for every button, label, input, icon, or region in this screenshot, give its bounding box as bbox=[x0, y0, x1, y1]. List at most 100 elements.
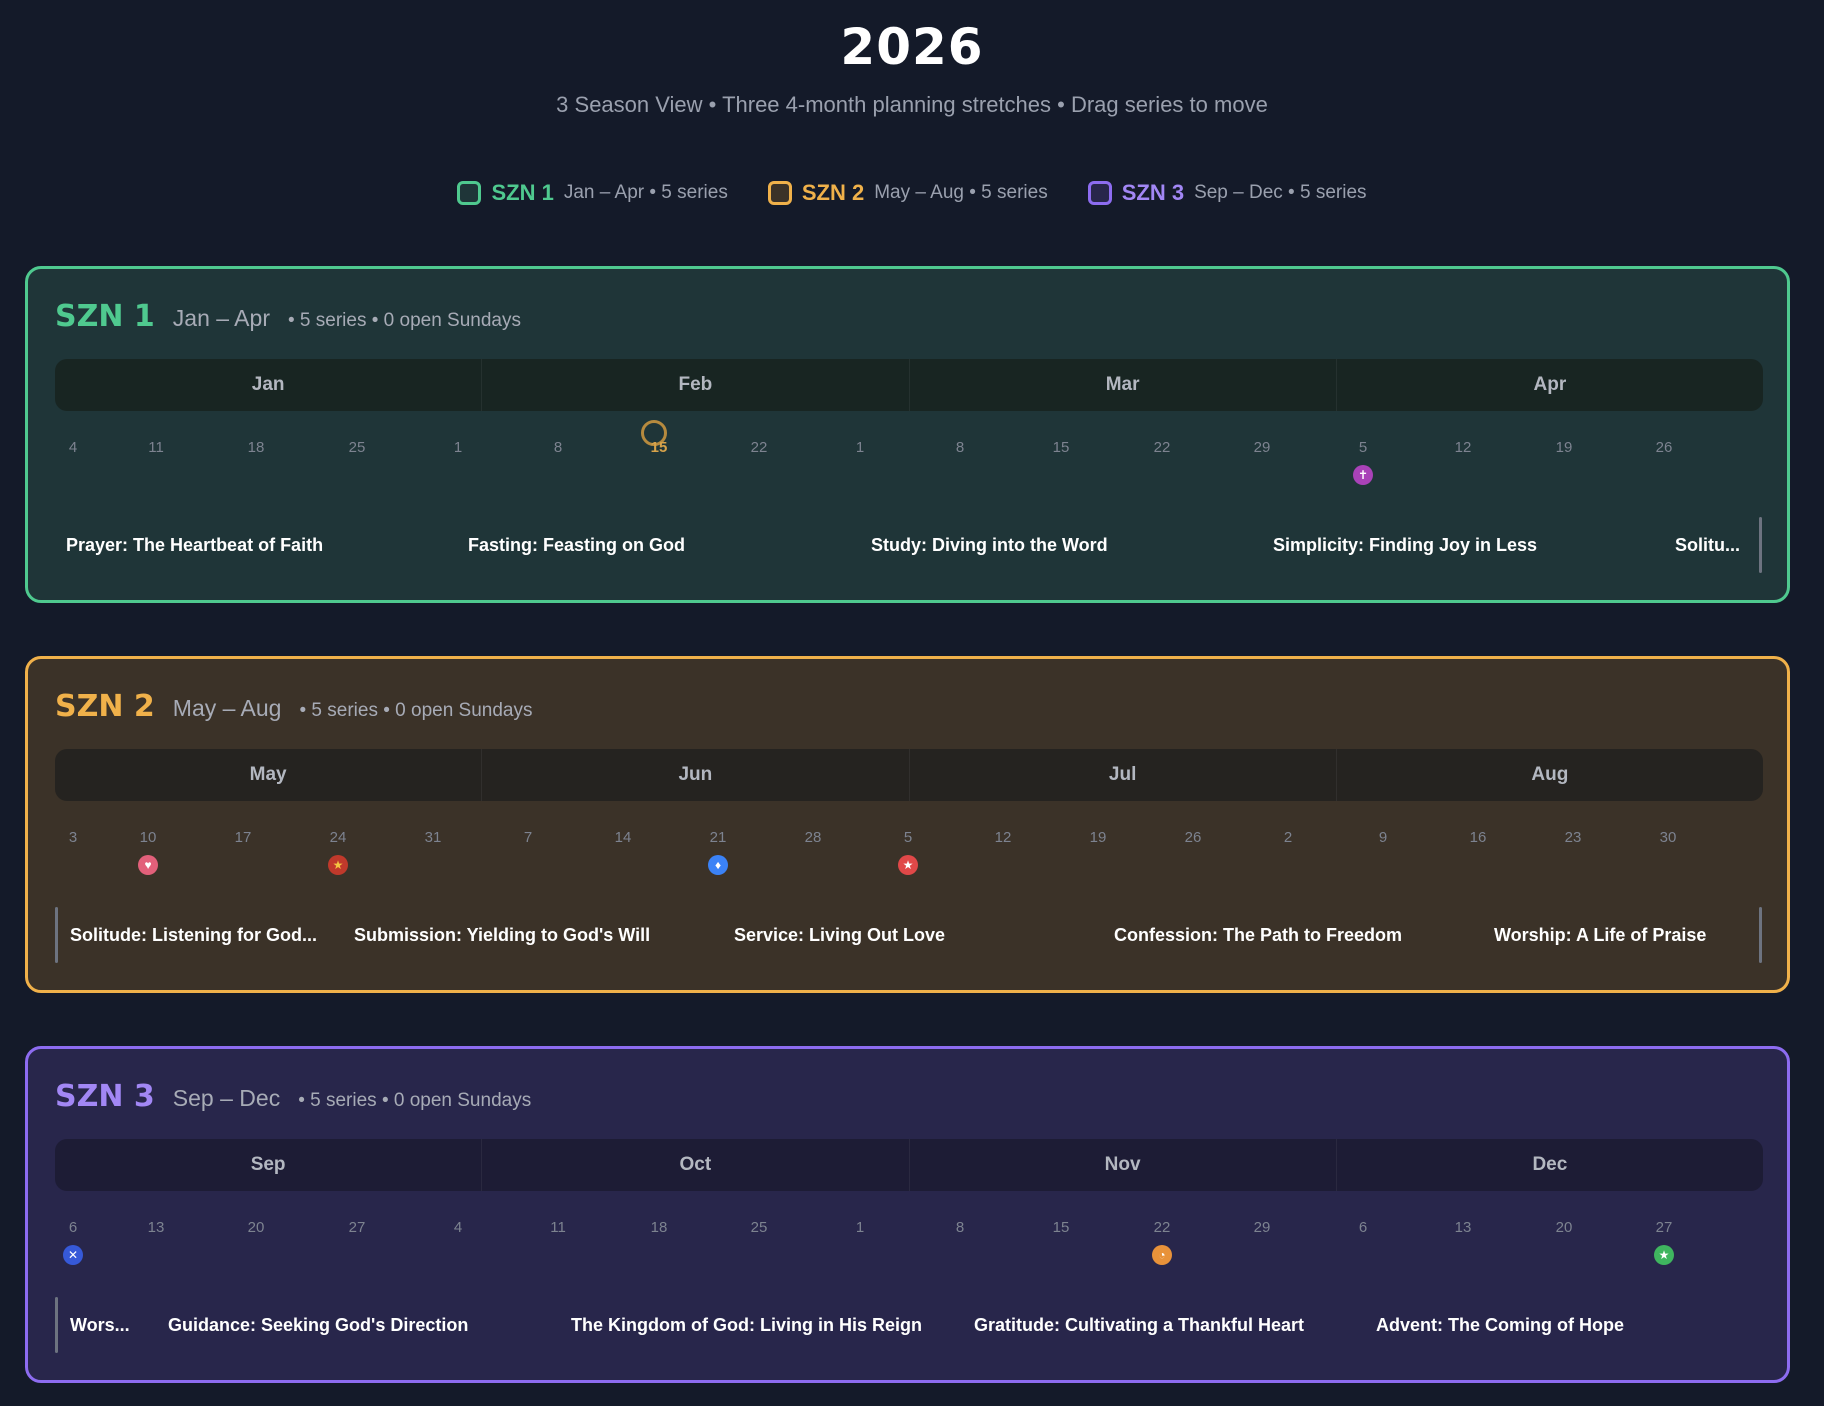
date-label: 11 bbox=[550, 1219, 566, 1236]
date-label-today: 15 bbox=[650, 439, 668, 456]
month-label: Mar bbox=[908, 359, 1336, 411]
legend-name: SZN 3 bbox=[1121, 180, 1185, 205]
date-label: 19 bbox=[1555, 439, 1573, 456]
date-label: 13 bbox=[147, 1219, 165, 1236]
series-block[interactable]: Worship: A Life of Praise bbox=[1494, 907, 1754, 963]
month-label: May bbox=[249, 764, 287, 785]
date-label: 20 bbox=[1555, 1219, 1573, 1236]
month-label: Jan bbox=[251, 374, 285, 395]
date-label: 29 bbox=[1253, 1219, 1271, 1236]
legend-item-szn1[interactable]: SZN 1 Jan – Apr • 5 series bbox=[457, 180, 728, 206]
season-card-szn1: SZN 1 Jan – Apr • 5 series • 0 open Sund… bbox=[25, 266, 1790, 603]
season-meta: • 5 series • 0 open Sundays bbox=[299, 700, 533, 721]
season-name: SZN 2 bbox=[55, 689, 155, 724]
date-label: 8 bbox=[955, 439, 965, 456]
date-label: 6 bbox=[68, 1219, 78, 1236]
month-label: Sep bbox=[250, 1154, 286, 1175]
legend-swatch-szn2 bbox=[767, 181, 792, 205]
date-label: 12 bbox=[994, 829, 1012, 846]
date-label: 24 bbox=[329, 829, 347, 846]
series-block[interactable]: Study: Diving into the Word bbox=[871, 517, 1251, 573]
series-row: Solitude: Listening for God... Submissio… bbox=[28, 907, 1787, 963]
date-label: 25 bbox=[348, 439, 366, 456]
drag-handle[interactable] bbox=[1759, 517, 1762, 573]
season-name: SZN 3 bbox=[55, 1079, 155, 1114]
date-label: 26 bbox=[1184, 829, 1202, 846]
pie-event-icon[interactable]: ◔ bbox=[1152, 1245, 1172, 1265]
heart-event-icon[interactable]: ♥ bbox=[138, 855, 158, 875]
date-label: 30 bbox=[1659, 829, 1677, 846]
date-label: 15 bbox=[1052, 1219, 1070, 1236]
page-title: 2026 bbox=[840, 18, 984, 76]
date-label: 1 bbox=[453, 439, 463, 456]
month-label: Apr bbox=[1335, 359, 1763, 411]
series-block[interactable]: Advent: The Coming of Hope bbox=[1376, 1297, 1756, 1353]
series-row: Prayer: The Heartbeat of Faith Fasting: … bbox=[28, 517, 1787, 573]
date-label: 22 bbox=[1153, 1219, 1171, 1236]
legend-name: SZN 2 bbox=[801, 180, 865, 205]
month-bar: Jan Feb Mar Apr bbox=[55, 359, 1763, 411]
series-block[interactable]: Submission: Yielding to God's Will bbox=[354, 907, 724, 963]
date-label: 21 bbox=[709, 829, 727, 846]
season-header: SZN 1 Jan – Apr • 5 series • 0 open Sund… bbox=[55, 299, 521, 334]
series-block[interactable]: Wors... bbox=[70, 1297, 150, 1353]
drag-handle[interactable] bbox=[55, 907, 58, 963]
season-header: SZN 3 Sep – Dec • 5 series • 0 open Sund… bbox=[55, 1079, 531, 1114]
drag-handle[interactable] bbox=[55, 1297, 58, 1353]
legend-swatch-szn3 bbox=[1087, 181, 1112, 205]
date-label: 5 bbox=[903, 829, 913, 846]
season-range: Jan – Apr bbox=[172, 305, 270, 331]
date-label: 18 bbox=[650, 1219, 668, 1236]
series-block[interactable]: Guidance: Seeking God's Direction bbox=[168, 1297, 548, 1353]
month-label: Feb bbox=[481, 359, 908, 411]
date-label: 17 bbox=[234, 829, 252, 846]
series-block[interactable]: Prayer: The Heartbeat of Faith bbox=[66, 517, 446, 573]
date-label: 9 bbox=[1378, 829, 1388, 846]
season-range: Sep – Dec bbox=[172, 1085, 281, 1111]
series-block[interactable]: Confession: The Path to Freedom bbox=[1114, 907, 1484, 963]
date-label: 22 bbox=[1153, 439, 1171, 456]
series-block[interactable]: The Kingdom of God: Living in His Reign bbox=[571, 1297, 956, 1353]
series-row: Wors... Guidance: Seeking God's Directio… bbox=[28, 1297, 1787, 1353]
series-block[interactable]: Gratitude: Cultivating a Thankful Heart bbox=[974, 1297, 1359, 1353]
date-label: 20 bbox=[247, 1219, 265, 1236]
date-label: 27 bbox=[348, 1219, 366, 1236]
star-event-icon[interactable]: ★ bbox=[328, 855, 348, 875]
month-label: Aug bbox=[1335, 749, 1763, 801]
series-block[interactable]: Service: Living Out Love bbox=[734, 907, 1104, 963]
series-block[interactable]: Solitu... bbox=[1675, 517, 1757, 573]
date-label: 29 bbox=[1253, 439, 1271, 456]
date-label: 8 bbox=[955, 1219, 965, 1236]
date-label: 5 bbox=[1358, 439, 1368, 456]
date-label: 2 bbox=[1283, 829, 1293, 846]
legend-swatch-szn1 bbox=[457, 181, 482, 205]
month-label: Nov bbox=[908, 1139, 1336, 1191]
cross-event-icon[interactable]: ✝ bbox=[1353, 465, 1373, 485]
date-label: 31 bbox=[424, 829, 442, 846]
date-label: 25 bbox=[750, 1219, 768, 1236]
drag-handle[interactable] bbox=[1759, 907, 1762, 963]
date-label: 23 bbox=[1564, 829, 1582, 846]
season-card-szn3: SZN 3 Sep – Dec • 5 series • 0 open Sund… bbox=[25, 1046, 1790, 1383]
star-event-icon[interactable]: ★ bbox=[1654, 1245, 1674, 1265]
date-label: 22 bbox=[750, 439, 768, 456]
month-label: Jun bbox=[481, 749, 908, 801]
month-label: Dec bbox=[1335, 1139, 1763, 1191]
date-label: 7 bbox=[523, 829, 533, 846]
series-block[interactable]: Simplicity: Finding Joy in Less bbox=[1273, 517, 1653, 573]
date-label: 14 bbox=[614, 829, 632, 846]
diamond-event-icon[interactable]: ♦ bbox=[708, 855, 728, 875]
cross-event-icon[interactable]: ✕ bbox=[63, 1245, 83, 1265]
date-label: 27 bbox=[1655, 1219, 1673, 1236]
series-block[interactable]: Solitude: Listening for God... bbox=[70, 907, 355, 963]
season-range: May – Aug bbox=[172, 695, 282, 721]
legend-item-szn3[interactable]: SZN 3 Sep – Dec • 5 series bbox=[1087, 180, 1367, 206]
series-block[interactable]: Fasting: Feasting on God bbox=[468, 517, 848, 573]
legend-meta: May – Aug • 5 series bbox=[874, 182, 1048, 203]
star-event-icon[interactable]: ★ bbox=[898, 855, 918, 875]
date-label: 26 bbox=[1655, 439, 1673, 456]
legend-item-szn2[interactable]: SZN 2 May – Aug • 5 series bbox=[767, 180, 1048, 206]
page-subtitle: 3 Season View • Three 4-month planning s… bbox=[556, 92, 1268, 117]
season-meta: • 5 series • 0 open Sundays bbox=[298, 1090, 532, 1111]
date-label: 12 bbox=[1454, 439, 1472, 456]
